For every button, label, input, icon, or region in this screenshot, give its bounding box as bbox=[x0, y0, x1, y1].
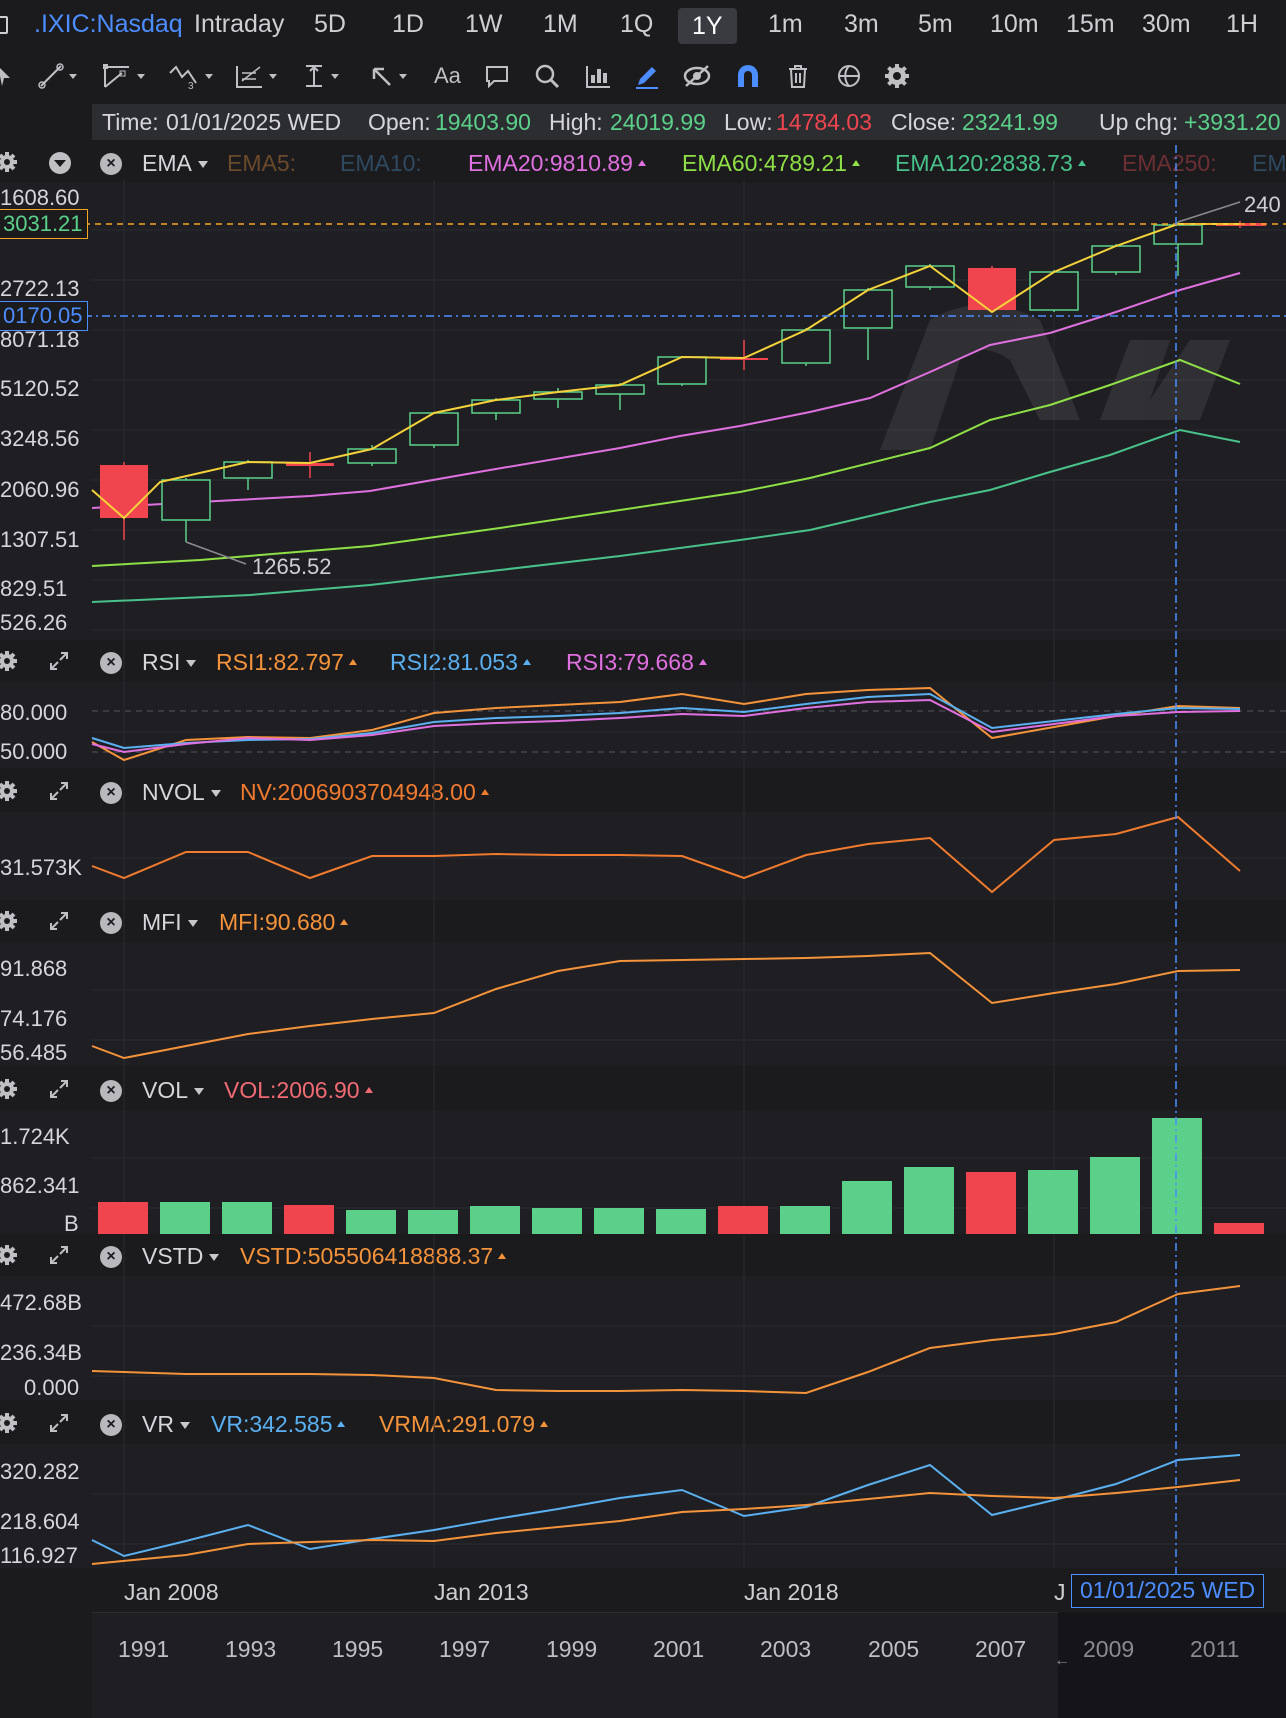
volume-bar bbox=[1090, 1157, 1140, 1234]
high-marker-line bbox=[1177, 201, 1241, 223]
navigator-year: 2005 bbox=[868, 1636, 920, 1662]
vr-line bbox=[91, 1454, 1241, 1558]
rsi1-line bbox=[91, 686, 1241, 762]
navigator-back-icon[interactable]: ← bbox=[1054, 1652, 1070, 1670]
navigator-year: 1991 bbox=[118, 1636, 170, 1662]
navigator-year: 2001 bbox=[653, 1636, 705, 1662]
y-label: 80.000 bbox=[0, 700, 68, 725]
volume-bar bbox=[842, 1181, 892, 1234]
cursor-date-label: 01/01/2025 WED bbox=[1071, 1574, 1265, 1608]
cursor-price-tag: 0170.05 bbox=[0, 301, 88, 331]
y-label: 5120.52 bbox=[0, 376, 80, 401]
candle-body bbox=[905, 265, 955, 288]
volume-bar bbox=[1152, 1118, 1202, 1234]
mfi-line bbox=[91, 951, 1241, 1060]
navigator-year: 2003 bbox=[760, 1636, 812, 1662]
volume-bar bbox=[346, 1210, 396, 1234]
candle-body bbox=[347, 448, 397, 464]
y-label: 0.000 bbox=[24, 1375, 80, 1400]
volume-bar bbox=[1214, 1223, 1264, 1234]
y-label: 320.282 bbox=[0, 1459, 80, 1484]
y-label: 236.34B bbox=[0, 1340, 82, 1365]
y-label: 3248.56 bbox=[0, 426, 80, 451]
volume-bar bbox=[656, 1209, 706, 1234]
rsi3-line bbox=[91, 698, 1241, 754]
candle-body bbox=[657, 356, 707, 385]
volume-bar bbox=[408, 1210, 458, 1234]
candle-body bbox=[843, 289, 893, 329]
y-label: 91.868 bbox=[0, 956, 68, 981]
y-label: 1.724K bbox=[0, 1124, 70, 1149]
navigator-year: 1993 bbox=[225, 1636, 277, 1662]
volume-bar bbox=[780, 1206, 830, 1234]
navigator-year: 1999 bbox=[546, 1636, 598, 1662]
candle-body bbox=[223, 461, 273, 479]
candle-body bbox=[781, 329, 831, 364]
navigator-year: 2011 bbox=[1190, 1636, 1240, 1662]
y-label: 218.604 bbox=[0, 1509, 80, 1534]
volume-bar bbox=[222, 1202, 272, 1234]
navigator-year: 1995 bbox=[332, 1636, 384, 1662]
candle-body bbox=[161, 479, 211, 521]
candle-body bbox=[409, 412, 459, 446]
x-axis-label: Jan 2018 bbox=[744, 1579, 839, 1605]
rsi2-line bbox=[91, 692, 1241, 750]
volume-bar bbox=[718, 1206, 768, 1234]
candle-body bbox=[968, 268, 1016, 310]
navigator-year: 2009 bbox=[1083, 1636, 1135, 1662]
navigator-year: 1997 bbox=[439, 1636, 491, 1662]
candle-body bbox=[100, 465, 148, 518]
y-label: 472.68B bbox=[0, 1290, 82, 1315]
vstd-line bbox=[91, 1285, 1241, 1395]
chart-canvas[interactable] bbox=[0, 0, 1286, 1718]
y-label: 116.927 bbox=[0, 1543, 78, 1568]
volume-bar bbox=[98, 1202, 148, 1234]
x-axis-label: Jan 2013 bbox=[434, 1579, 529, 1605]
navigator-year: 2007 bbox=[975, 1636, 1027, 1662]
candle-body bbox=[471, 399, 521, 414]
volume-bar bbox=[284, 1205, 334, 1234]
candle-body bbox=[1091, 245, 1141, 273]
y-label: 1307.51 bbox=[0, 527, 80, 552]
low-marker-label: 1265.52 bbox=[252, 554, 332, 579]
y-label: 829.51 bbox=[0, 576, 68, 601]
y-label: 862.341 bbox=[0, 1173, 80, 1198]
y-label: 50.000 bbox=[0, 739, 68, 764]
volume-bar bbox=[532, 1208, 582, 1234]
y-label: 1608.60 bbox=[0, 185, 80, 210]
y-label: 526.26 bbox=[0, 610, 68, 635]
y-label: 56.485 bbox=[0, 1040, 68, 1065]
volume-bar bbox=[470, 1206, 520, 1234]
candle-body bbox=[533, 391, 583, 400]
y-label: 74.176 bbox=[0, 1006, 68, 1031]
y-label: 2722.13 bbox=[0, 276, 80, 301]
volume-bar bbox=[594, 1208, 644, 1234]
x-axis-label: J bbox=[1054, 1579, 1066, 1605]
candle-body bbox=[1153, 224, 1203, 245]
navigator-window[interactable] bbox=[1058, 1612, 1286, 1718]
high-marker-label: 240 bbox=[1244, 192, 1281, 217]
last-price-tag: 3031.21 bbox=[0, 209, 88, 239]
volume-bar bbox=[966, 1172, 1016, 1234]
volume-bar bbox=[160, 1202, 210, 1234]
y-label: 31.573K bbox=[0, 855, 82, 880]
volume-bar bbox=[1028, 1170, 1078, 1234]
y-label: 2060.96 bbox=[0, 477, 80, 502]
x-axis-label: Jan 2008 bbox=[124, 1579, 219, 1605]
brand-watermark bbox=[880, 305, 1230, 450]
y-label: B bbox=[64, 1211, 79, 1236]
candle-body bbox=[1029, 271, 1079, 311]
volume-bar bbox=[904, 1167, 954, 1234]
nvol-line bbox=[91, 815, 1241, 894]
